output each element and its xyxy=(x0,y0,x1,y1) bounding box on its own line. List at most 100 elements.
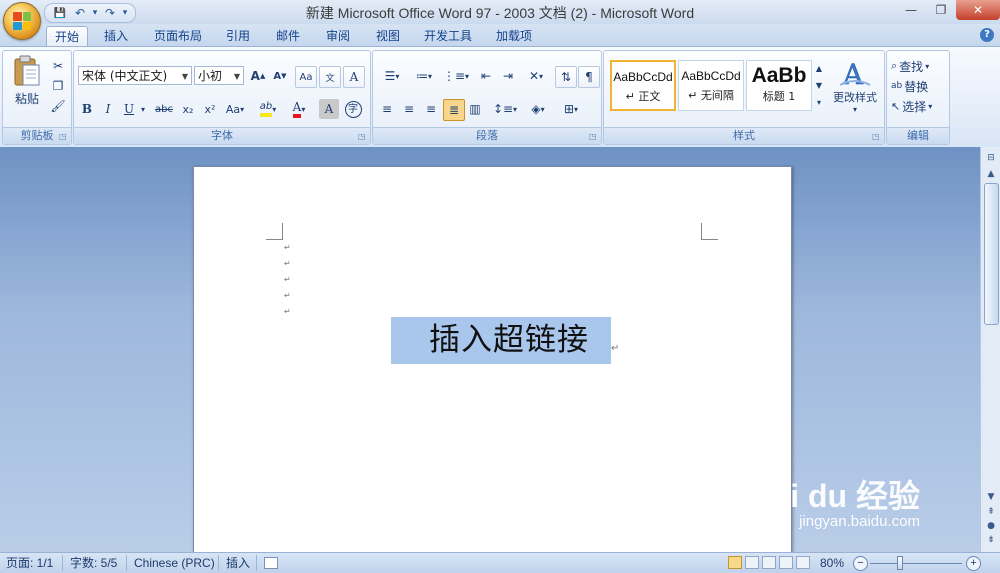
font-group-label: 字体 xyxy=(74,127,370,144)
tab-addins[interactable]: 加载项 xyxy=(490,26,538,46)
select-button[interactable]: ↖ 选择 ▾ xyxy=(891,96,947,116)
tab-developer[interactable]: 开发工具 xyxy=(420,26,476,46)
style-tile-normal[interactable]: AaBbCcDd ↵ 正文 xyxy=(610,60,676,111)
scroll-thumb[interactable] xyxy=(984,183,999,325)
char-shading-button[interactable]: A xyxy=(319,99,339,119)
tab-insert[interactable]: 插入 xyxy=(98,26,134,46)
asian-layout-button[interactable]: ✕ ▾ xyxy=(522,66,550,86)
font-color-button[interactable]: A ▾ xyxy=(285,99,313,119)
strikethrough-button[interactable]: abc xyxy=(152,99,176,119)
align-center-icon: ≡ xyxy=(403,102,415,116)
language[interactable]: Chinese (PRC) xyxy=(134,555,215,571)
scroll-down-icon[interactable]: ▼ xyxy=(984,490,998,504)
justify-button[interactable]: ≣ xyxy=(443,99,465,121)
zoom-level[interactable]: 80% xyxy=(820,555,844,571)
tab-review[interactable]: 审阅 xyxy=(320,26,356,46)
align-right-button[interactable]: ≡ xyxy=(421,99,441,119)
status-bar: 页面: 1/1 字数: 5/5 Chinese (PRC) 插入 80% − + xyxy=(0,552,1000,573)
zoom-out-icon[interactable]: − xyxy=(853,556,868,571)
clear-format-button[interactable]: Aa xyxy=(295,66,317,88)
browse-object-icon[interactable]: ● xyxy=(984,519,998,533)
style-tile-no-spacing[interactable]: AaBbCcDd ↵ 无间隔 xyxy=(678,60,744,111)
word-count[interactable]: 字数: 5/5 xyxy=(70,555,117,571)
tab-page-layout[interactable]: 页面布局 xyxy=(150,26,206,46)
zoom-slider[interactable] xyxy=(870,556,962,570)
page-count[interactable]: 页面: 1/1 xyxy=(6,555,53,571)
ruler-toggle-icon[interactable]: ⊟ xyxy=(984,151,998,165)
paste-button[interactable]: 粘贴 xyxy=(7,55,47,107)
paint-bucket-icon: ◈ xyxy=(531,102,541,116)
grow-font-button[interactable]: A ▲ xyxy=(248,66,268,86)
full-screen-reading-view-icon[interactable] xyxy=(745,556,759,569)
maximize-button[interactable]: ❐ xyxy=(926,0,956,20)
align-left-button[interactable]: ≡ xyxy=(377,99,397,119)
shading-button[interactable]: ◈ ▾ xyxy=(524,99,552,119)
close-button[interactable]: ✕ xyxy=(956,0,1000,20)
align-center-button[interactable]: ≡ xyxy=(399,99,419,119)
tab-home[interactable]: 开始 xyxy=(46,26,88,47)
find-button[interactable]: ⌕ 查找 ▾ xyxy=(891,56,947,76)
line-spacing-button[interactable]: ↕≡ ▾ xyxy=(491,99,519,119)
shrink-font-button[interactable]: A ▼ xyxy=(270,66,290,86)
gallery-up-icon[interactable]: ▲ xyxy=(813,60,825,76)
show-marks-button[interactable]: ¶ xyxy=(578,66,600,88)
font-launcher-icon[interactable]: ◳ xyxy=(358,132,367,141)
format-painter-icon[interactable]: 🖌 xyxy=(49,96,67,116)
clipboard-launcher-icon[interactable]: ◳ xyxy=(59,132,68,141)
outline-view-icon[interactable] xyxy=(779,556,793,569)
char-border-button[interactable]: A xyxy=(343,66,365,88)
borders-button[interactable]: ⊞ ▾ xyxy=(557,99,585,119)
font-name-combo[interactable]: 宋体 (中文正文) ▼ xyxy=(78,66,192,85)
previous-page-icon[interactable]: ⇞ xyxy=(984,505,998,519)
superscript-button[interactable]: x² xyxy=(200,99,220,119)
insert-mode[interactable]: 插入 xyxy=(226,555,250,571)
bullets-button[interactable]: ☰ ▾ xyxy=(377,66,407,86)
styles-launcher-icon[interactable]: ◳ xyxy=(872,132,881,141)
enclose-char-button[interactable]: 字 xyxy=(343,99,363,119)
style-tile-heading-1[interactable]: AaBb 标题 1 xyxy=(746,60,812,111)
increase-indent-button[interactable]: ⇥ xyxy=(498,66,518,86)
subscript-button[interactable]: x₂ xyxy=(178,99,198,119)
document-text[interactable]: 插入超链接 xyxy=(429,317,589,364)
distributed-button[interactable]: ▥ xyxy=(465,99,485,119)
paragraph-launcher-icon[interactable]: ◳ xyxy=(589,132,598,141)
print-layout-view-icon[interactable] xyxy=(728,556,742,569)
draft-view-icon[interactable] xyxy=(796,556,810,569)
web-layout-view-icon[interactable] xyxy=(762,556,776,569)
replace-button[interactable]: ab 替换 xyxy=(891,76,947,96)
justify-icon: ≣ xyxy=(448,103,460,117)
decrease-indent-button[interactable]: ⇤ xyxy=(476,66,496,86)
scroll-up-icon[interactable]: ▲ xyxy=(984,167,998,181)
highlight-button[interactable]: ab ▾ xyxy=(254,99,282,119)
tab-mailings[interactable]: 邮件 xyxy=(270,26,306,46)
document-page[interactable]: ↵ ↵ ↵ ↵ ↵ 插入超链接 ↵ xyxy=(193,166,792,558)
numbering-button[interactable]: ≔ ▾ xyxy=(409,66,439,86)
office-button[interactable] xyxy=(3,2,41,40)
sort-button[interactable]: ⇅ xyxy=(555,66,577,88)
bold-button[interactable]: B xyxy=(78,99,96,119)
zoom-in-icon[interactable]: + xyxy=(966,556,981,571)
gallery-down-icon[interactable]: ▼ xyxy=(813,77,825,93)
phonetic-guide-button[interactable]: 文 xyxy=(319,66,341,88)
style-name: ↵ 正文 xyxy=(625,90,661,103)
paragraph-end-mark: ↵ xyxy=(611,343,620,354)
zoom-slider-thumb[interactable] xyxy=(897,556,904,570)
next-page-icon[interactable]: ⇟ xyxy=(984,533,998,547)
vertical-scrollbar[interactable]: ⊟ ▲ ▼ ⇞ ● ⇟ xyxy=(980,147,1000,552)
minimize-button[interactable]: — xyxy=(896,0,926,20)
change-styles-button[interactable]: A 更改样式 ▾ xyxy=(828,57,882,114)
font-size-combo[interactable]: 小初 ▼ xyxy=(194,66,244,85)
gallery-more-icon[interactable]: ▾ xyxy=(813,94,825,110)
tab-view[interactable]: 视图 xyxy=(370,26,406,46)
font-size-value: 小初 xyxy=(198,69,223,83)
italic-button[interactable]: I xyxy=(99,99,117,119)
change-case-button[interactable]: Aa ▾ xyxy=(223,99,247,119)
copy-icon[interactable]: ❐ xyxy=(49,76,67,96)
macro-record-icon[interactable] xyxy=(264,557,278,569)
cut-icon[interactable]: ✂ xyxy=(49,56,67,76)
multilevel-list-button[interactable]: ⋮≡ ▾ xyxy=(441,66,471,86)
underline-dropdown-icon[interactable]: ▾ xyxy=(138,99,148,119)
help-icon[interactable]: ? xyxy=(980,28,994,42)
tab-references[interactable]: 引用 xyxy=(220,26,256,46)
underline-button[interactable]: U xyxy=(120,99,138,119)
